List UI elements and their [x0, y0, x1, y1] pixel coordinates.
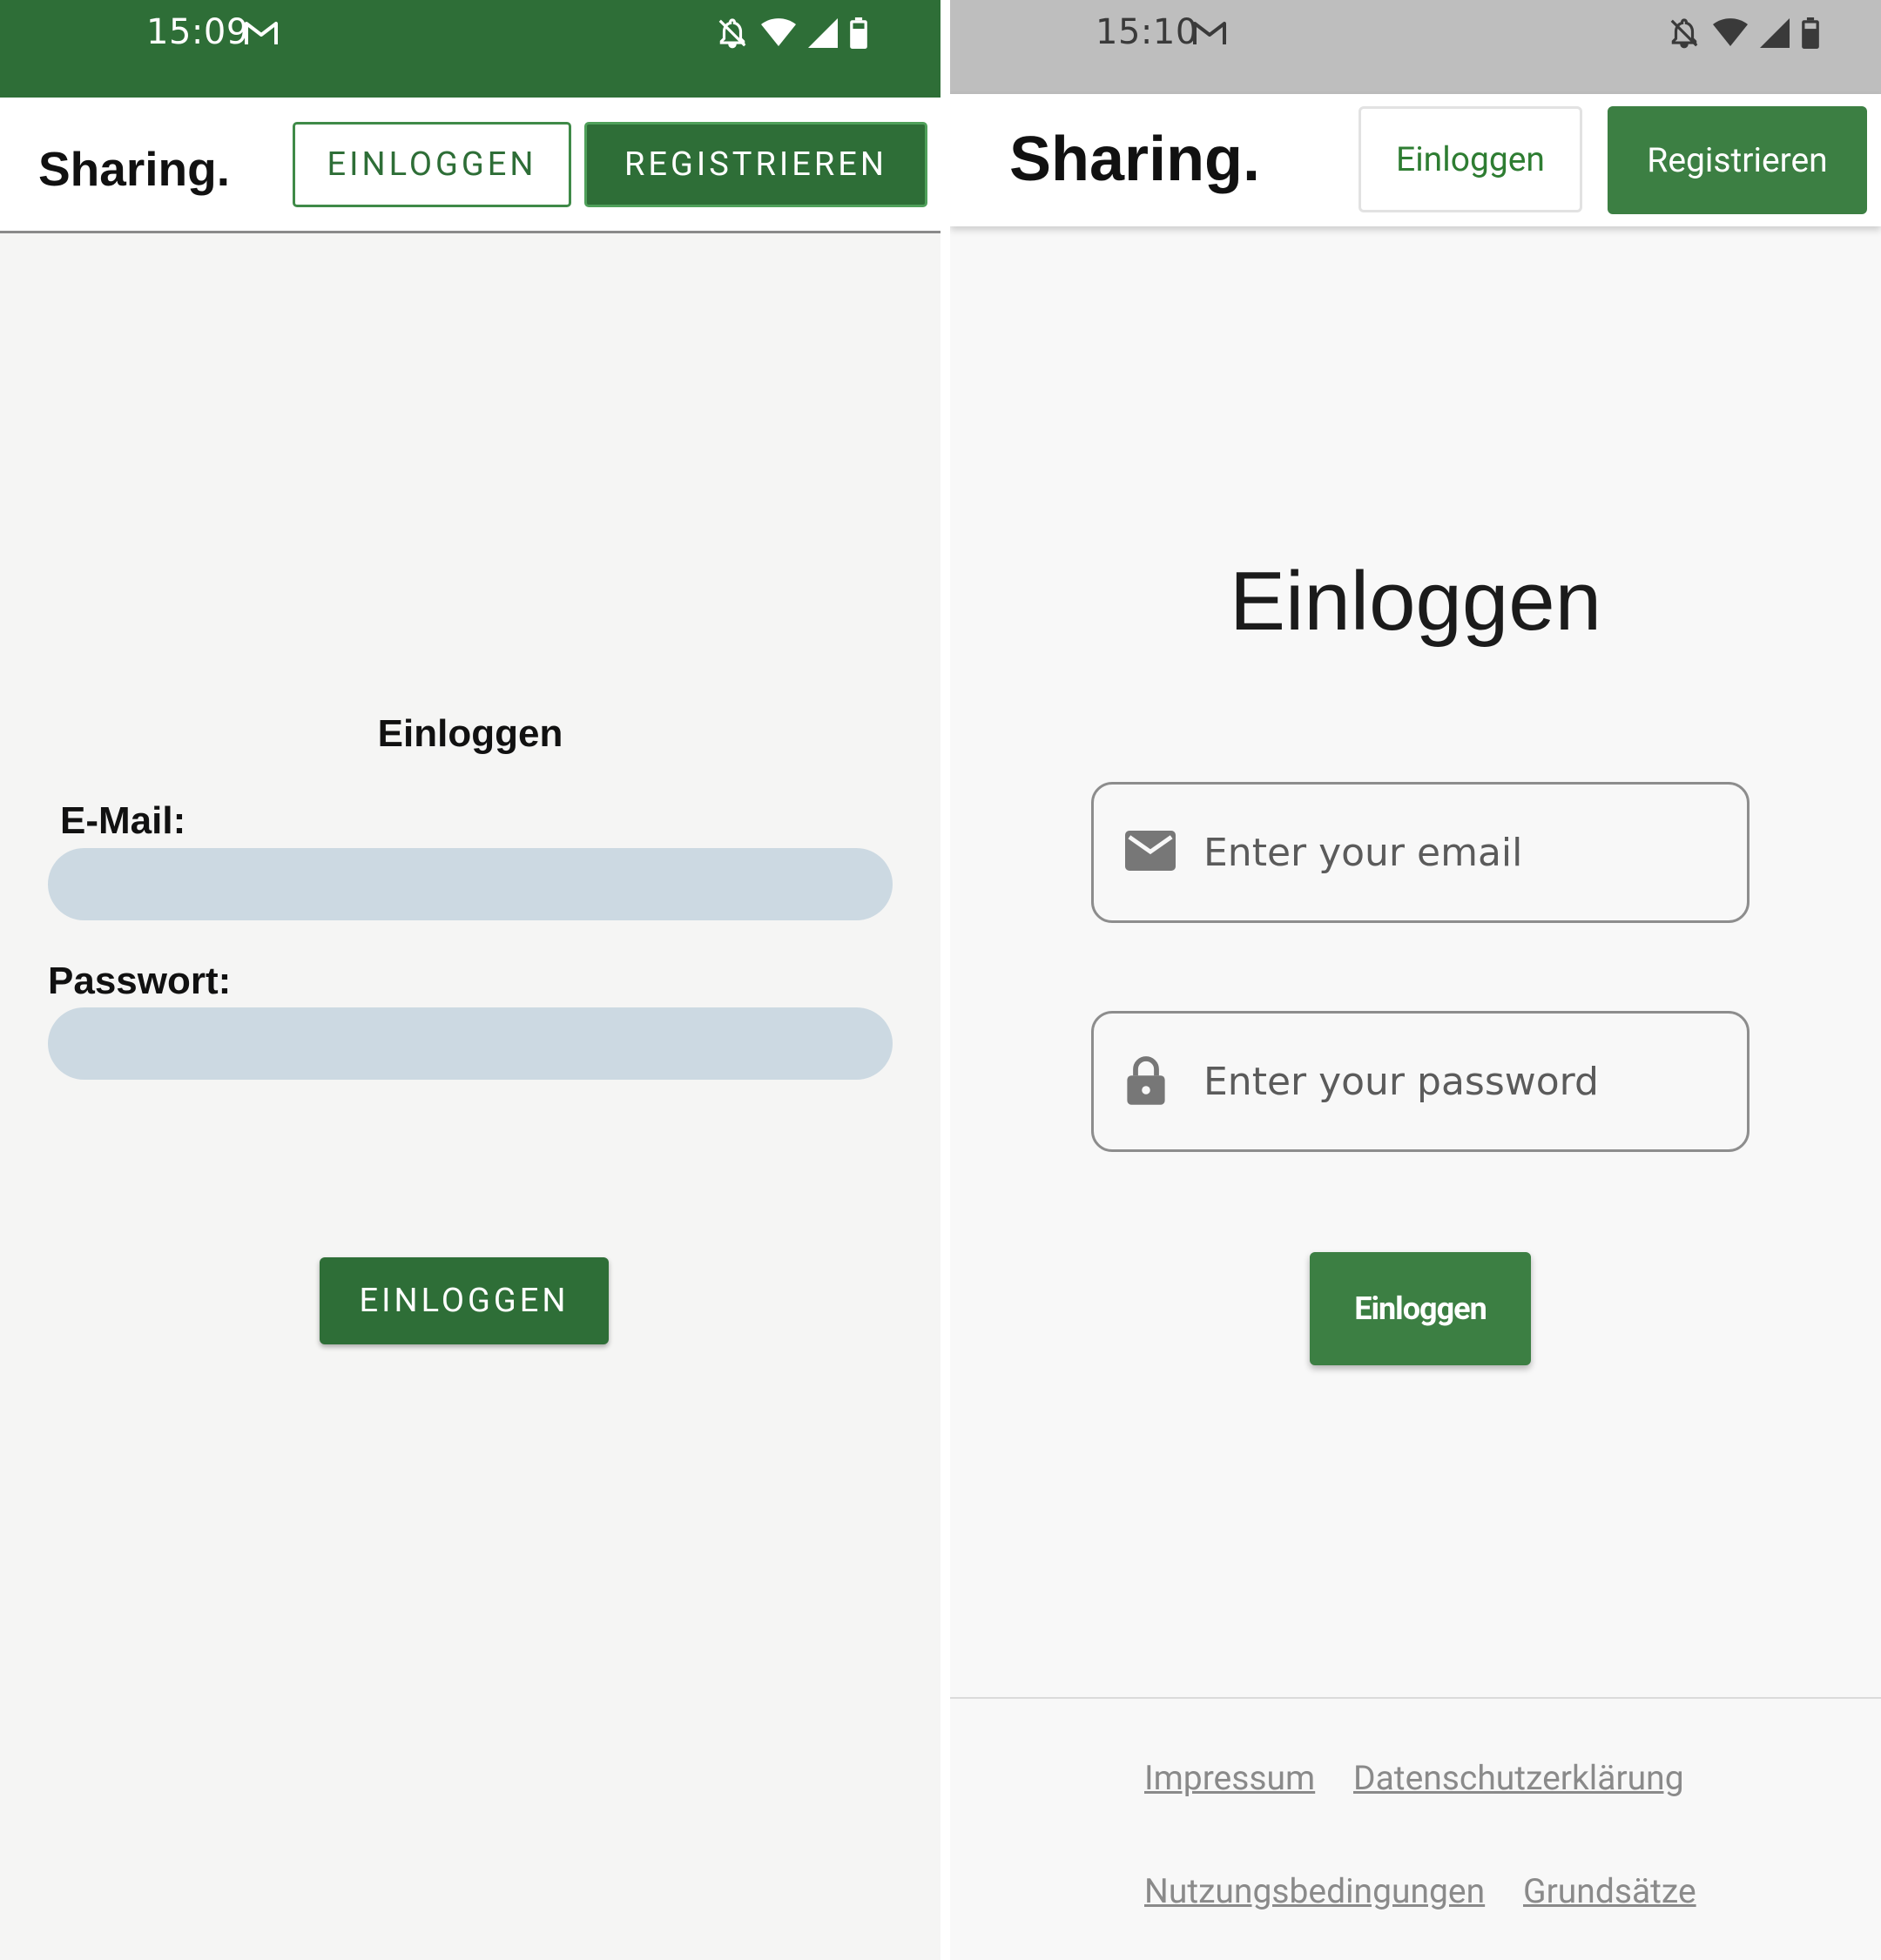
nav-register-button[interactable]: REGISTRIEREN: [584, 122, 927, 207]
status-icons: [1668, 16, 1819, 51]
email-label: E-Mail:: [60, 799, 186, 842]
screen-divider: [940, 0, 950, 1960]
email-input[interactable]: [1203, 785, 1726, 920]
password-field[interactable]: [48, 1007, 893, 1080]
left-screen: 15:09 Sharing. EINLOGGEN REGISTRIEREN Ei…: [0, 0, 940, 1960]
gmail-icon: [1192, 19, 1227, 47]
login-submit-button[interactable]: Einloggen: [1310, 1252, 1531, 1365]
mail-icon: [1125, 831, 1176, 874]
cell-signal-icon: [1760, 18, 1790, 48]
email-field[interactable]: [48, 848, 893, 920]
gmail-icon: [244, 19, 279, 47]
status-bar: 15:10: [950, 0, 1881, 94]
nav-login-button[interactable]: EINLOGGEN: [293, 122, 571, 207]
footer-link-grundsaetze[interactable]: Grundsätze: [1523, 1871, 1696, 1911]
app-logo[interactable]: Sharing.: [1009, 124, 1260, 195]
right-screen: 15:10 Sharing. Einloggen Registrieren Ei…: [950, 0, 1881, 1960]
lock-icon: [1125, 1054, 1167, 1108]
wifi-icon: [761, 18, 796, 48]
login-title: Einloggen: [377, 712, 563, 755]
footer-link-datenschutz[interactable]: Datenschutzerklärung: [1353, 1758, 1684, 1798]
bell-off-icon: [716, 17, 749, 50]
battery-icon: [1802, 17, 1819, 49]
password-input[interactable]: [1203, 1014, 1726, 1149]
wifi-icon: [1713, 18, 1748, 48]
footer-link-impressum[interactable]: Impressum: [1144, 1758, 1315, 1798]
app-logo[interactable]: Sharing.: [38, 141, 230, 197]
email-field[interactable]: [1091, 782, 1750, 923]
password-label: Passwort:: [48, 960, 232, 1002]
login-submit-button[interactable]: EINLOGGEN: [320, 1257, 609, 1344]
cell-signal-icon: [808, 18, 838, 48]
nav-login-button[interactable]: Einloggen: [1358, 106, 1582, 212]
login-title: Einloggen: [1229, 555, 1602, 648]
status-time: 15:10: [1096, 12, 1198, 52]
app-bar: Sharing. EINLOGGEN REGISTRIEREN: [0, 98, 940, 233]
status-icons: [716, 16, 867, 51]
footer: Impressum Datenschutzerklärung Nutzungsb…: [950, 1697, 1881, 1960]
battery-icon: [850, 17, 867, 49]
bell-off-icon: [1668, 17, 1701, 50]
password-field[interactable]: [1091, 1011, 1750, 1152]
status-time: 15:09: [146, 12, 249, 52]
status-bar: 15:09: [0, 0, 940, 98]
nav-register-button[interactable]: Registrieren: [1608, 106, 1867, 214]
app-bar: Sharing. Einloggen Registrieren: [950, 94, 1881, 226]
footer-link-nutzungsbedingungen[interactable]: Nutzungsbedingungen: [1144, 1871, 1485, 1911]
